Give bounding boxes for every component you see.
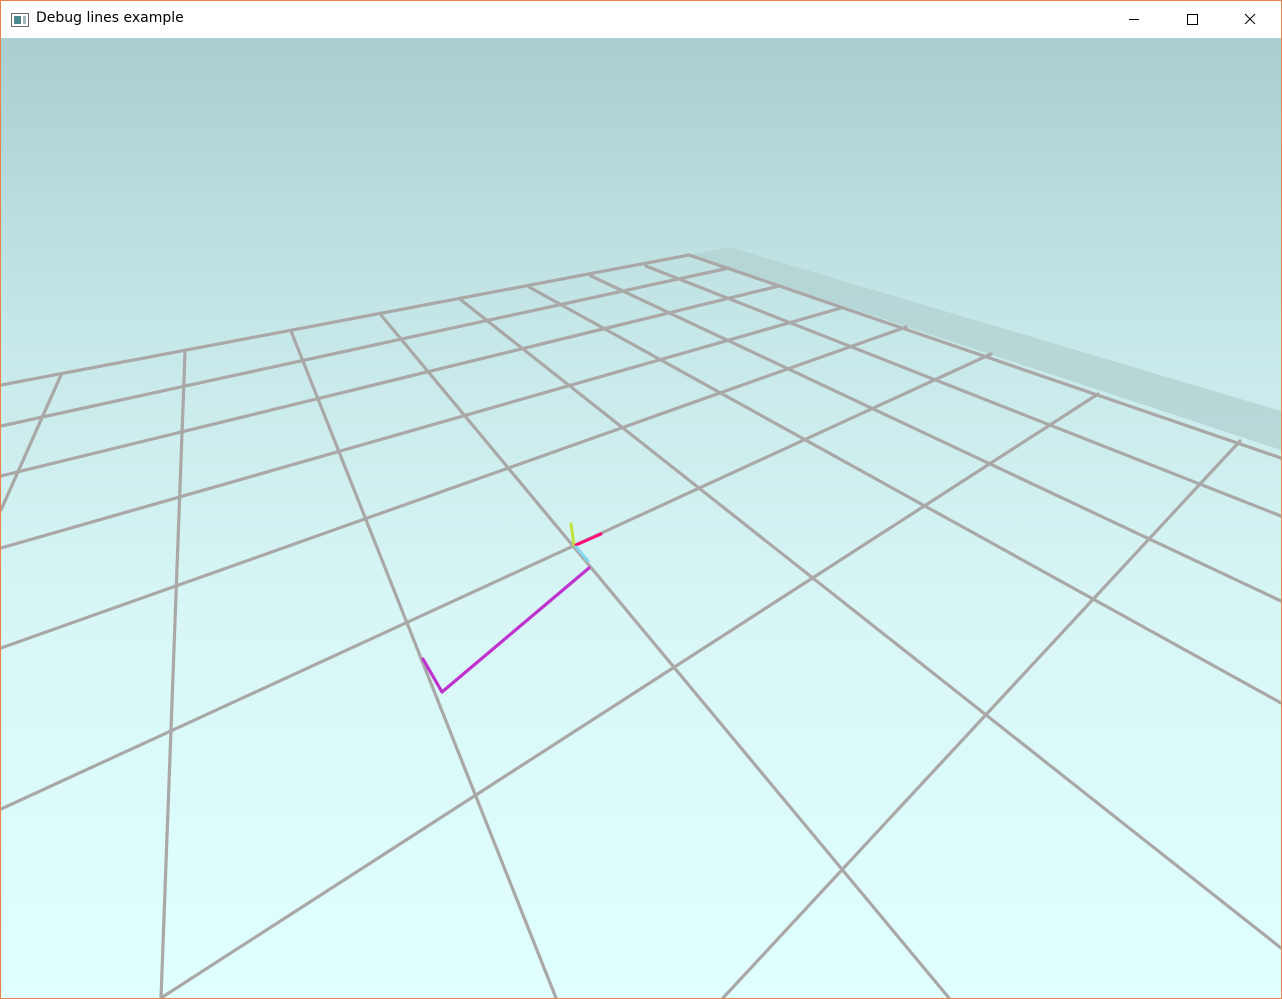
grid-line [721,439,1242,998]
grid-line [289,329,558,998]
app-icon [11,12,29,27]
grid-line [1,284,781,478]
grid-line [687,253,1281,460]
axis-gizmo [569,522,603,563]
grid-line [159,392,1100,998]
debug-line [421,566,591,694]
app-window: Debug lines example [0,0,1282,999]
minimize-icon [1128,10,1140,29]
grid-line [527,285,1281,705]
grid-plane-edge [689,247,1281,450]
minimize-button[interactable] [1105,1,1163,38]
grid-line [1,373,63,512]
grid-line [1,306,843,550]
grid-line [1,266,731,428]
close-button[interactable] [1221,1,1279,38]
scene-canvas [1,247,1281,998]
grid-line [1,352,993,811]
maximize-button[interactable] [1163,1,1221,38]
maximize-icon [1186,10,1198,29]
window-title: Debug lines example [36,10,184,26]
grid-line [379,313,951,998]
close-icon [1244,10,1256,29]
grid-line [159,351,187,998]
axis-x-line [574,532,603,547]
title-bar[interactable]: Debug lines example [1,1,1281,38]
render-viewport[interactable] [1,38,1281,998]
